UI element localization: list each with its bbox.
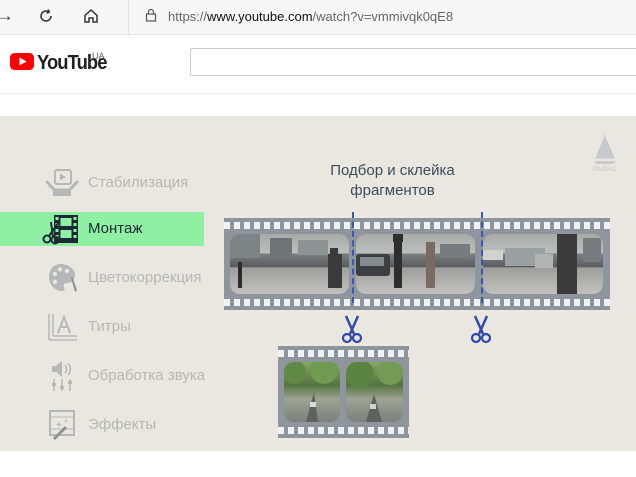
film-perforations-bottom xyxy=(278,427,409,434)
browser-address-bar: → https://www.youtube.com/watch?v=vmmivq… xyxy=(0,0,636,35)
effects-icon xyxy=(49,410,75,441)
tree-street-photo xyxy=(346,362,403,422)
scissors-icon xyxy=(470,315,492,344)
menu-label: Цветокоррекция xyxy=(88,269,202,286)
stabilization-icon xyxy=(45,169,79,196)
youtube-header: YouTube UA xyxy=(0,35,636,94)
video-caption: Подбор и склейка фрагментов xyxy=(300,161,485,201)
titles-icon xyxy=(48,314,77,341)
cut-line-2 xyxy=(481,212,483,303)
street-photo xyxy=(356,234,470,288)
caption-line-1: Подбор и склейка xyxy=(330,162,455,179)
menu-label: Монтаж xyxy=(88,220,143,237)
url-field[interactable]: https://www.youtube.com/watch?v=vmmivqk0… xyxy=(168,9,453,24)
region-code: UA xyxy=(92,51,105,61)
film-frame-2 xyxy=(356,234,475,294)
watermark-text: ПАЛЕКС xyxy=(593,167,618,173)
tree-street-photo xyxy=(284,362,338,422)
film-frame-1 xyxy=(230,234,349,294)
film-strip-top xyxy=(224,218,610,310)
url-scheme: https:// xyxy=(168,9,208,24)
film-perforations-bottom xyxy=(224,299,610,306)
menu-item-audio-processing: Обработка звука xyxy=(0,359,206,393)
film-scissors-icon xyxy=(42,215,78,245)
menu-item-effects: Эффекты xyxy=(0,408,204,442)
film-frame-3 xyxy=(483,234,603,294)
menu-item-color-correction: Цветокоррекция xyxy=(0,261,204,295)
scissors-icon xyxy=(341,315,363,344)
film-frame-trees-2 xyxy=(346,362,403,422)
palette-icon xyxy=(49,264,77,292)
caption-line-2: фрагментов xyxy=(350,182,435,199)
video-player[interactable]: Стабилизация Монтаж Цветокоррекция Титры… xyxy=(0,116,636,451)
menu-label: Титры xyxy=(88,318,131,335)
menu-item-stabilization: Стабилизация xyxy=(0,166,204,200)
back-arrow-icon[interactable]: → xyxy=(0,5,16,27)
menu-label: Эффекты xyxy=(88,416,157,433)
film-perforations-top xyxy=(278,350,409,357)
url-host: www.youtube.com xyxy=(207,9,313,24)
refresh-icon[interactable] xyxy=(35,5,57,27)
street-photo xyxy=(483,234,601,294)
youtube-logo-icon[interactable] xyxy=(10,53,34,70)
audio-icon xyxy=(52,361,72,391)
menu-item-titles: Титры xyxy=(0,310,204,344)
toolbar-divider xyxy=(128,0,129,34)
menu-label: Стабилизация xyxy=(88,174,189,191)
search-input[interactable] xyxy=(190,48,636,76)
sailboat-logo-icon: ПАЛЕКС xyxy=(593,134,618,173)
menu-label: Обработка звука xyxy=(88,367,206,384)
cut-line-1 xyxy=(352,212,354,303)
url-path: /watch?v=vmmivqk0qE8 xyxy=(312,9,454,24)
street-photo xyxy=(230,234,342,288)
film-strip-bottom xyxy=(278,346,409,438)
home-icon[interactable] xyxy=(80,5,102,27)
film-frame-trees-1 xyxy=(284,362,340,422)
lock-icon[interactable] xyxy=(145,8,157,27)
menu-item-montage: Монтаж xyxy=(0,212,204,246)
film-perforations-top xyxy=(224,222,610,229)
